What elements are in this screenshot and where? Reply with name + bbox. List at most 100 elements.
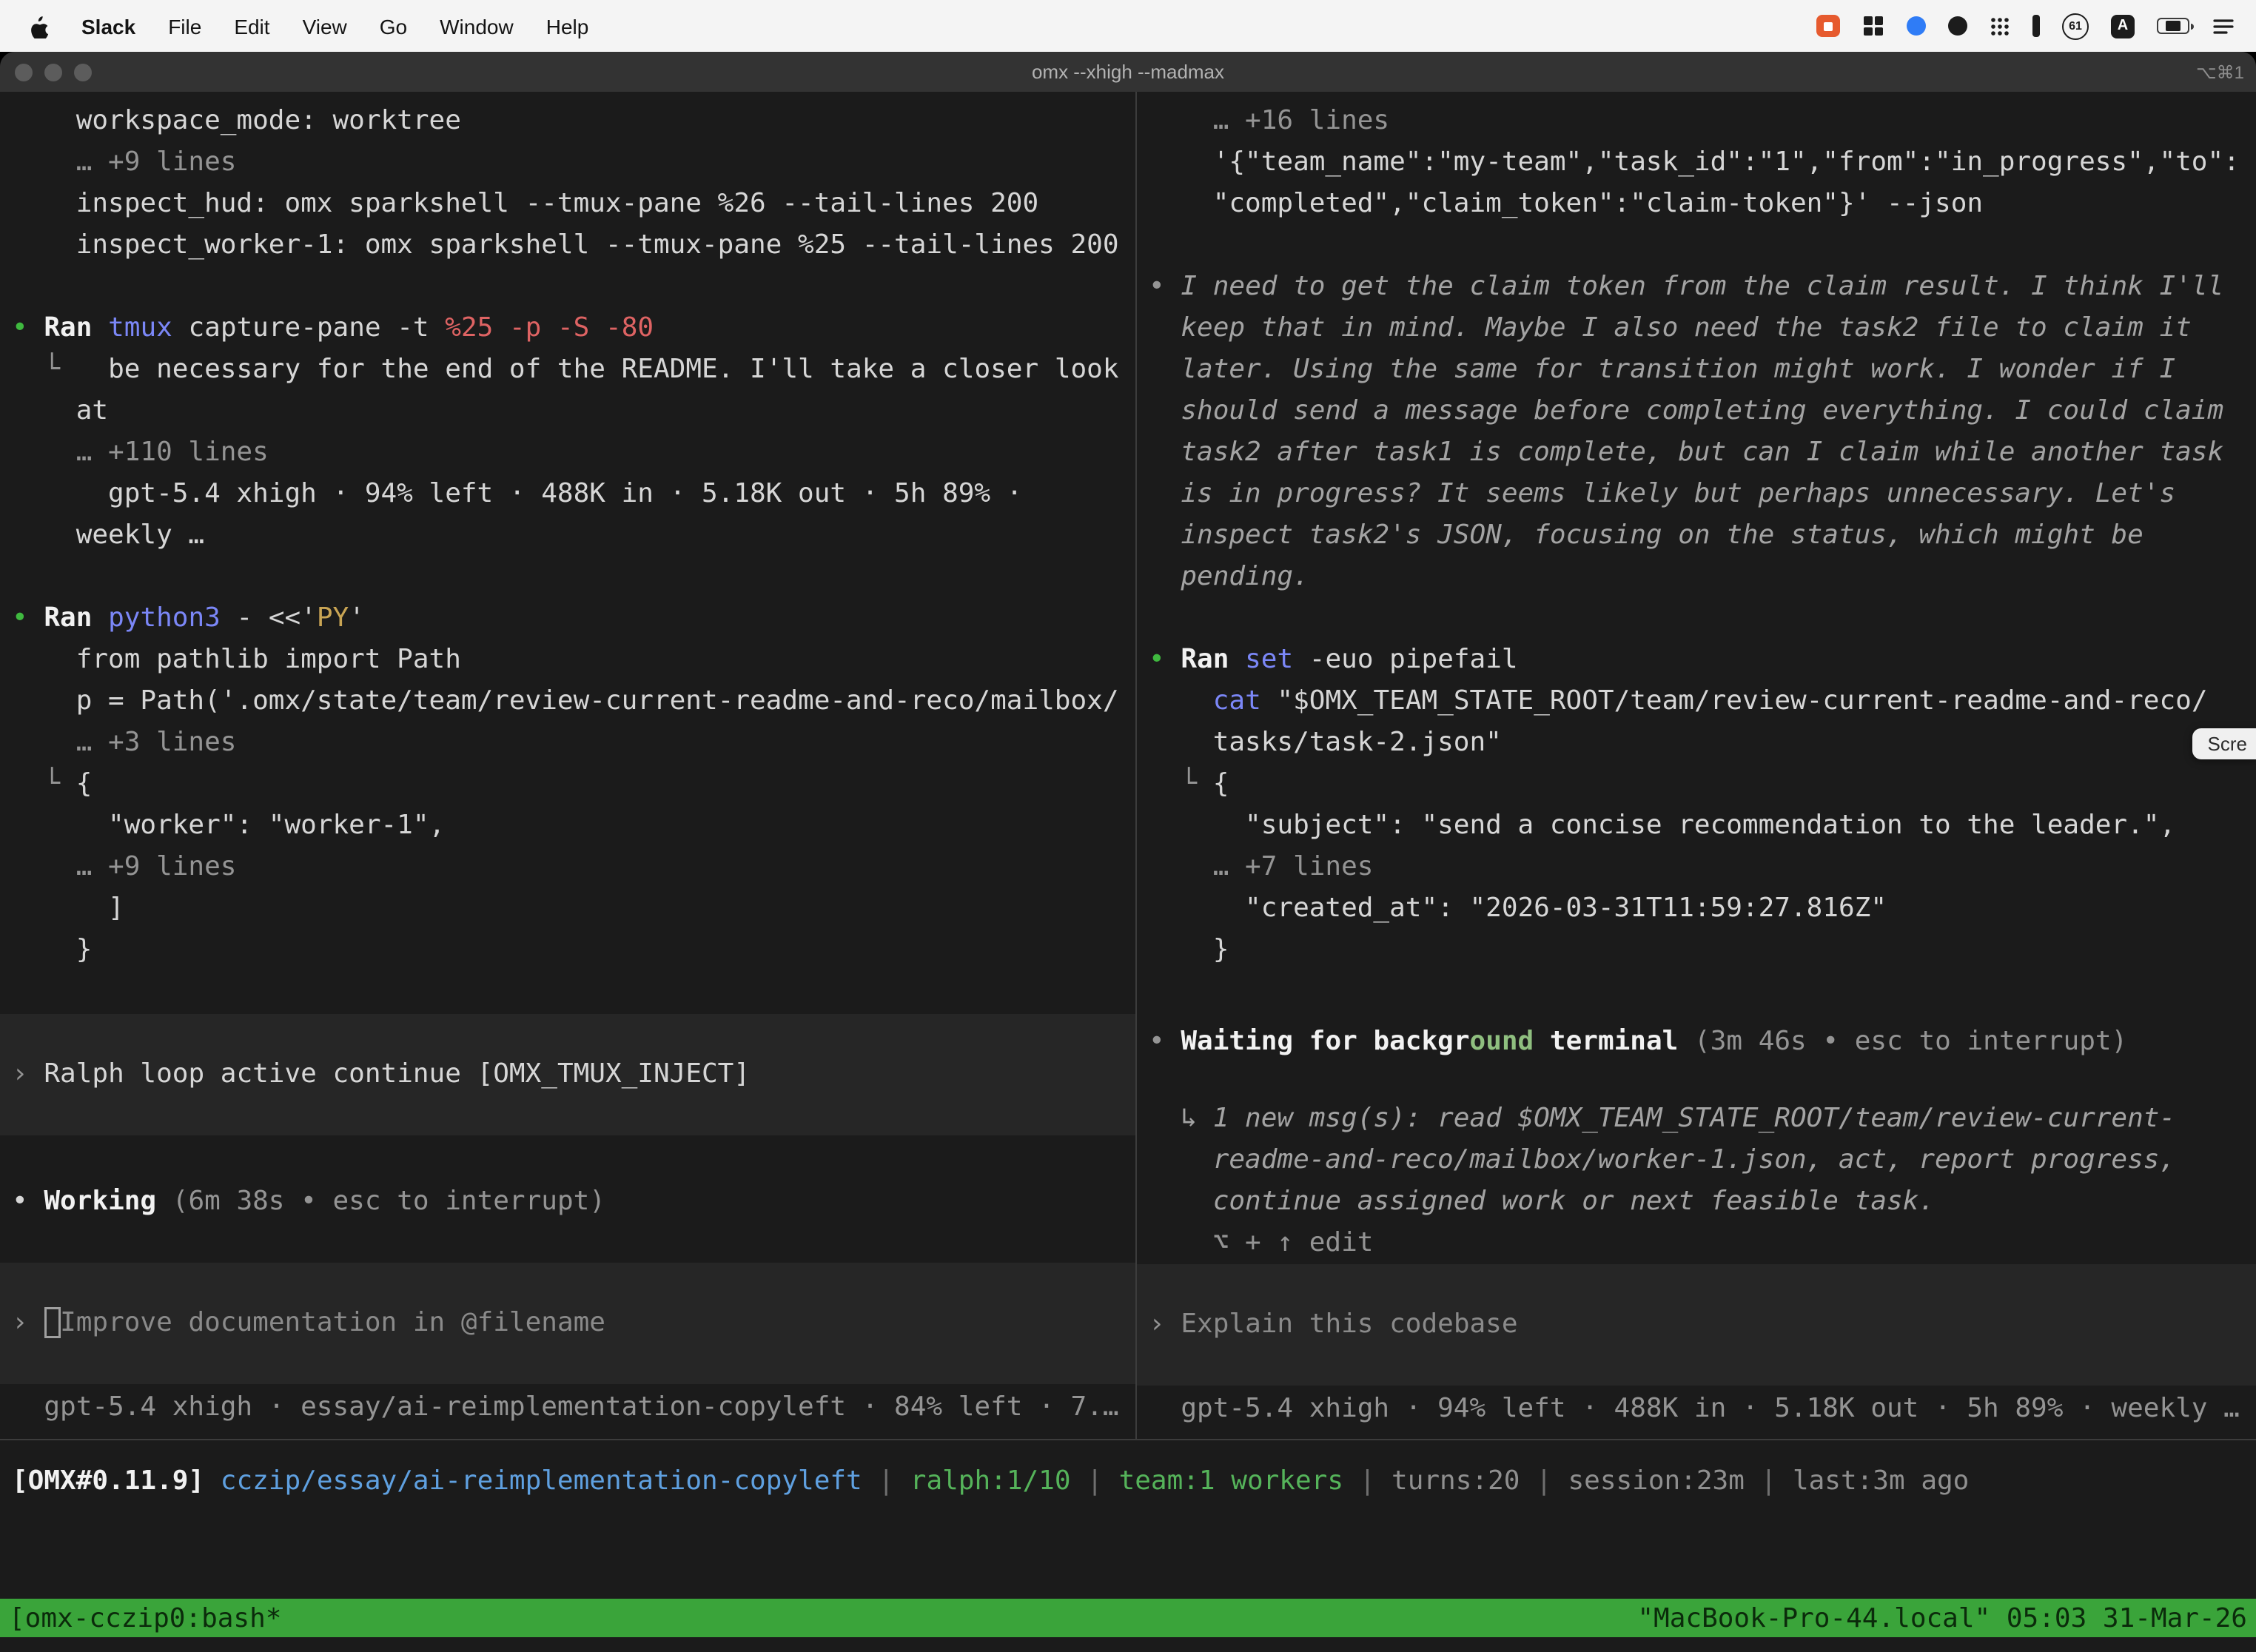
menu-bar-left: Slack File Edit View Go Window Help <box>15 13 605 38</box>
prompt-input-band[interactable]: › Improve documentation in @filename <box>0 1263 1135 1384</box>
terminal-line: '{"team_name":"my-team","task_id":"1","f… <box>1137 142 2256 184</box>
window-shortcut-hint: ⌥⌘1 <box>2196 61 2244 82</box>
text-segment: Explain this codebase <box>1181 1309 1517 1340</box>
spacer <box>0 1135 1135 1181</box>
app-menu-slack[interactable]: Slack <box>65 14 152 38</box>
menu-file[interactable]: File <box>152 14 218 38</box>
text-segment: Ran <box>1181 644 1245 675</box>
text-segment: -euo pipefail <box>1293 644 1517 675</box>
spacer <box>0 266 1135 308</box>
menu-view[interactable]: View <box>286 14 363 38</box>
text-segment: turns:20 <box>1391 1465 1520 1497</box>
text-segment: terminal <box>1534 1026 1678 1057</box>
prompt-input[interactable]: › Improve documentation in @filename <box>0 1303 1135 1344</box>
terminal-line: readme-and-reco/mailbox/worker-1.json, a… <box>1137 1140 2256 1181</box>
text-segment: … +110 lines <box>12 437 269 468</box>
menu-window[interactable]: Window <box>423 14 530 38</box>
right-pane[interactable]: … +16 lines '{"team_name":"my-team","tas… <box>1137 92 2256 1439</box>
text-segment: › <box>1149 1309 1181 1340</box>
text-cursor <box>44 1307 60 1338</box>
text-segment: - <<' <box>221 602 317 634</box>
text-segment: readme-and-reco/mailbox/worker-1.json, a… <box>1149 1144 2175 1175</box>
text-segment: Waiting for backgr <box>1181 1026 1469 1057</box>
screenshot-notification[interactable]: Scre <box>2193 728 2256 759</box>
text-segment: task2 after task1 is complete, but can I… <box>1149 437 2223 468</box>
text-segment: capture-pane -t <box>172 312 445 343</box>
text-segment: later. Using the same for transition mig… <box>1149 354 2175 385</box>
terminal-line: } <box>1137 930 2256 971</box>
window-title-bar[interactable]: omx --xhigh --madmax ⌥⌘1 <box>0 52 2256 92</box>
text-segment: "subject": "send a concise recommendatio… <box>1149 810 2175 841</box>
text-segment: PY <box>317 602 349 634</box>
terminal-line: should send a message before completing … <box>1137 391 2256 432</box>
apple-menu[interactable] <box>15 13 65 38</box>
spacer <box>1137 598 2256 639</box>
close-button[interactable] <box>15 63 33 81</box>
terminal-line: ↳ 1 new msg(s): read $OMX_TEAM_STATE_ROO… <box>1137 1098 2256 1140</box>
text-segment: Improve documentation in @filename <box>60 1307 605 1338</box>
terminal-line: workspace_mode: worktree <box>0 101 1135 142</box>
window-title: omx --xhigh --madmax <box>0 61 2256 83</box>
terminal-line: "created_at": "2026-03-31T11:59:27.816Z" <box>1137 888 2256 930</box>
menu-edit[interactable]: Edit <box>218 14 286 38</box>
terminal-line: keep that in mind. Maybe I also need the… <box>1137 308 2256 349</box>
injected-prompt-band[interactable]: › Ralph loop active continue [OMX_TMUX_I… <box>0 1014 1135 1135</box>
battery-icon[interactable] <box>2157 18 2189 34</box>
text-segment: keep that in mind. Maybe I also need the… <box>1149 312 2192 343</box>
terminal-line: • Ran tmux capture-pane -t %25 -p -S -80 <box>0 308 1135 349</box>
pane-footer: gpt-5.4 xhigh · essay/ai-reimplementatio… <box>0 1387 1135 1428</box>
text-segment: | <box>1343 1465 1391 1497</box>
text-segment: gpt-5.4 xhigh · essay/ai-reimplementatio… <box>12 1391 1119 1423</box>
text-segment: • <box>12 312 44 343</box>
dark-circle-icon[interactable] <box>1948 16 1967 36</box>
minimize-button[interactable] <box>44 63 62 81</box>
terminal-line: } <box>0 930 1135 971</box>
terminal-line: • Ran python3 - <<'PY' <box>0 598 1135 639</box>
terminal-line: … +16 lines <box>1137 101 2256 142</box>
text-segment: ' <box>349 602 365 634</box>
text-segment: continue assigned work or next feasible … <box>1149 1186 1935 1217</box>
text-segment: cat <box>1213 685 1261 716</box>
text-segment: | <box>862 1465 910 1497</box>
prompt-input-band[interactable]: › Explain this codebase <box>1137 1264 2256 1386</box>
battery-percent-badge[interactable]: 61 <box>2062 13 2089 39</box>
text-segment: • <box>1149 271 1181 302</box>
prompt-input[interactable]: › Explain this codebase <box>1137 1304 2256 1346</box>
text-segment: workspace_mode: worktree <box>12 105 461 136</box>
text-segment: p = Path('.omx/state/team/review-current… <box>12 685 1119 716</box>
text-segment: "worker": "worker-1", <box>12 810 445 841</box>
menu-lines-icon[interactable] <box>2212 16 2235 36</box>
text-segment: └ <box>12 354 76 385</box>
tmux-session-label: [omx-cczip0:bash* <box>9 1602 281 1633</box>
text-segment: › <box>12 1307 44 1338</box>
text-segment: last:3m ago <box>1793 1465 1969 1497</box>
text-segment: • <box>12 1186 44 1217</box>
text-segment: └ <box>12 768 76 799</box>
text-segment: python3 <box>108 602 221 634</box>
window-grid-icon[interactable] <box>1862 15 1884 37</box>
dots-grid-icon[interactable] <box>1990 16 2010 36</box>
menu-bar-status-icons: 61 A <box>1816 13 2241 39</box>
input-source-icon[interactable]: A <box>2111 14 2135 38</box>
text-segment: Ralph loop active continue [OMX_TMUX_INJ… <box>44 1058 750 1089</box>
terminal-line: … +9 lines <box>0 847 1135 888</box>
terminal-line: └ { <box>0 764 1135 805</box>
text-segment: { <box>1213 768 1229 799</box>
menu-help[interactable]: Help <box>530 14 605 38</box>
text-segment: └ <box>1149 768 1213 799</box>
injected-prompt[interactable]: › Ralph loop active continue [OMX_TMUX_I… <box>0 1054 1135 1095</box>
edit-hint: ⌥ + ↑ edit <box>1137 1223 2256 1264</box>
blue-app-icon[interactable] <box>1907 16 1926 36</box>
zoom-button[interactable] <box>74 63 92 81</box>
menu-go[interactable]: Go <box>363 14 423 38</box>
terminal-body: workspace_mode: worktree … +9 lines insp… <box>0 92 2256 1652</box>
text-segment: | <box>1520 1465 1568 1497</box>
slim-toggle-icon[interactable] <box>2032 15 2040 37</box>
text-segment: | <box>1745 1465 1793 1497</box>
terminal-line: "subject": "send a concise recommendatio… <box>1137 805 2256 847</box>
terminal-line: at <box>0 391 1135 432</box>
left-pane[interactable]: workspace_mode: worktree … +9 lines insp… <box>0 92 1137 1439</box>
text-segment: inspect task2's JSON, focusing on the st… <box>1149 520 2143 551</box>
stop-recording-icon[interactable] <box>1816 15 1840 37</box>
text-segment <box>1149 685 1213 716</box>
